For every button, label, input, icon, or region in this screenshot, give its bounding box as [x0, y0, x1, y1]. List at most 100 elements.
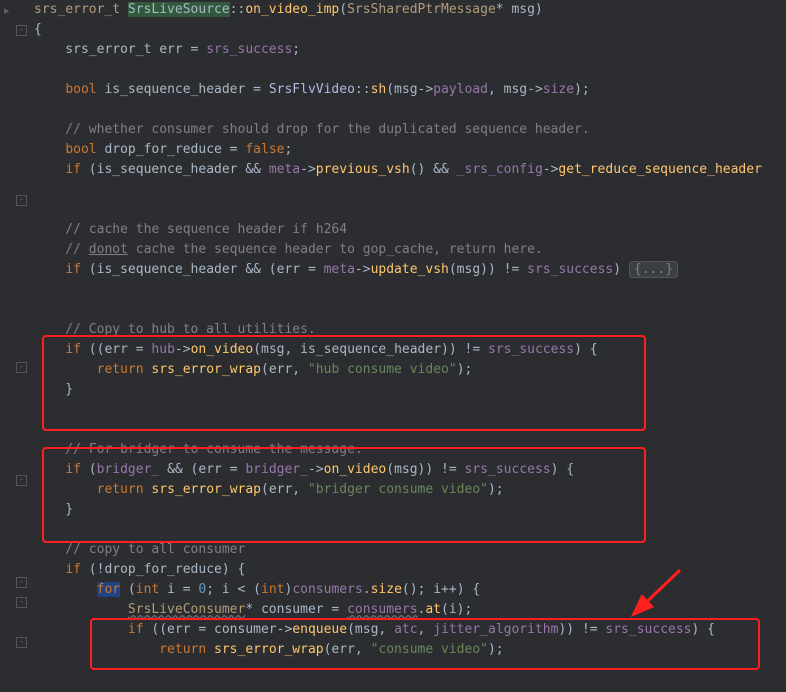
keyword: bool: [65, 142, 96, 157]
member: payload: [433, 82, 488, 97]
brace: }: [34, 502, 73, 517]
comment: // For bridger to consume the message.: [34, 442, 363, 457]
code-line[interactable]: [34, 200, 786, 220]
text: (: [120, 582, 136, 597]
fold-toggle[interactable]: -: [16, 362, 27, 373]
code-line[interactable]: return srs_error_wrap(err, "consume vide…: [34, 640, 786, 660]
folded-block[interactable]: {...}: [629, 261, 678, 278]
fold-toggle[interactable]: -: [16, 597, 27, 608]
member: meta: [269, 162, 300, 177]
code-line[interactable]: if (bridger_ && (err = bridger_->on_vide…: [34, 460, 786, 480]
text: is_sequence_header =: [97, 82, 269, 97]
text: ) {: [574, 342, 597, 357]
code-line[interactable]: [34, 100, 786, 120]
code-line[interactable]: [34, 280, 786, 300]
text: ; i < (: [206, 582, 261, 597]
code-line[interactable]: [34, 180, 786, 200]
code-line[interactable]: }: [34, 380, 786, 400]
text: (: [81, 462, 97, 477]
keyword: if: [65, 562, 81, 577]
brace: }: [34, 382, 73, 397]
code-editor[interactable]: ▸ - - - - - - - srs_error_t SrsLiveSourc…: [0, 0, 786, 692]
text: ;: [284, 142, 292, 157]
text: [34, 642, 159, 657]
comment: // whether consumer should drop for the …: [34, 122, 590, 137]
code-line[interactable]: }: [34, 500, 786, 520]
code-line[interactable]: if (is_sequence_header && (err = meta->u…: [34, 260, 786, 280]
param-type: SrsSharedPtrMessage: [347, 2, 496, 17]
code-line[interactable]: [34, 520, 786, 540]
fold-toggle[interactable]: -: [16, 195, 27, 206]
text: , msg->: [488, 82, 543, 97]
fold-toggle[interactable]: -: [16, 577, 27, 588]
fold-toggle[interactable]: -: [16, 25, 27, 36]
text: ((err =: [81, 342, 151, 357]
text: (err,: [261, 362, 308, 377]
code-line[interactable]: return srs_error_wrap(err, "bridger cons…: [34, 480, 786, 500]
member: bridger_: [97, 462, 160, 477]
code-line[interactable]: [34, 300, 786, 320]
member: atc: [394, 622, 417, 637]
text: (msg, is_sequence_header)) !=: [253, 342, 488, 357]
text: (msg)) !=: [386, 462, 464, 477]
text: ::: [355, 82, 371, 97]
text: [34, 462, 65, 477]
text: (err,: [261, 482, 308, 497]
code-line[interactable]: // donot cache the sequence header to go…: [34, 240, 786, 260]
keyword: for: [97, 582, 120, 597]
code-line[interactable]: SrsLiveConsumer* consumer = consumers.at…: [34, 600, 786, 620]
keyword: if: [65, 462, 81, 477]
text: [34, 362, 97, 377]
comment: // cache the sequence header if h264: [34, 222, 347, 237]
text: (i);: [441, 602, 472, 617]
constant: srs_success: [465, 462, 551, 477]
text: ): [613, 262, 629, 277]
fold-toggle[interactable]: -: [16, 475, 27, 486]
code-line[interactable]: return srs_error_wrap(err, "hub consume …: [34, 360, 786, 380]
call: enqueue: [292, 622, 347, 637]
text: i =: [159, 582, 198, 597]
code-line[interactable]: {: [34, 20, 786, 40]
code-line[interactable]: bool drop_for_reduce = false;: [34, 140, 786, 160]
code-line[interactable]: if ((err = hub->on_video(msg, is_sequenc…: [34, 340, 786, 360]
constant: srs_success: [206, 42, 292, 57]
comment: cache the sequence header to gop_cache, …: [128, 242, 543, 257]
code-line[interactable]: // Copy to hub to all utilities.: [34, 320, 786, 340]
text: ) {: [551, 462, 574, 477]
code-line[interactable]: bool is_sequence_header = SrsFlvVideo::s…: [34, 80, 786, 100]
code-line[interactable]: if (is_sequence_header && meta->previous…: [34, 160, 786, 180]
code-line[interactable]: if ((err = consumer->enqueue(msg, atc, j…: [34, 620, 786, 640]
code-line[interactable]: if (!drop_for_reduce) {: [34, 560, 786, 580]
code-line[interactable]: // For bridger to consume the message.: [34, 440, 786, 460]
text: * consumer =: [245, 602, 347, 617]
string: "bridger consume video": [308, 482, 488, 497]
code-line[interactable]: [34, 400, 786, 420]
call: update_vsh: [371, 262, 449, 277]
text: (msg,: [347, 622, 394, 637]
call: get_reduce_sequence_header: [558, 162, 762, 177]
gutter: ▸ - - - - - - -: [0, 0, 30, 692]
keyword: int: [261, 582, 284, 597]
class-ref: SrsFlvVideo: [269, 82, 355, 97]
member: bridger_: [245, 462, 308, 477]
text: [34, 142, 65, 157]
code-line[interactable]: for (int i = 0; i < (int)consumers.size(…: [34, 580, 786, 600]
text: [34, 622, 128, 637]
brace: {: [34, 22, 42, 37]
code-line[interactable]: [34, 60, 786, 80]
call: size: [371, 582, 402, 597]
code-line[interactable]: // whether consumer should drop for the …: [34, 120, 786, 140]
text: (msg->: [386, 82, 433, 97]
call: srs_error_wrap: [214, 642, 324, 657]
run-hint-icon[interactable]: ▸: [4, 1, 10, 21]
code-line[interactable]: // copy to all consumer: [34, 540, 786, 560]
code-line[interactable]: srs_error_t err = srs_success;: [34, 40, 786, 60]
text: ->: [543, 162, 559, 177]
fold-toggle[interactable]: -: [16, 637, 27, 648]
member: meta: [324, 262, 355, 277]
keyword: return: [97, 482, 144, 497]
code-line[interactable]: srs_error_t SrsLiveSource::on_video_imp(…: [34, 0, 786, 20]
code-line[interactable]: [34, 420, 786, 440]
call: previous_vsh: [316, 162, 410, 177]
code-line[interactable]: // cache the sequence header if h264: [34, 220, 786, 240]
